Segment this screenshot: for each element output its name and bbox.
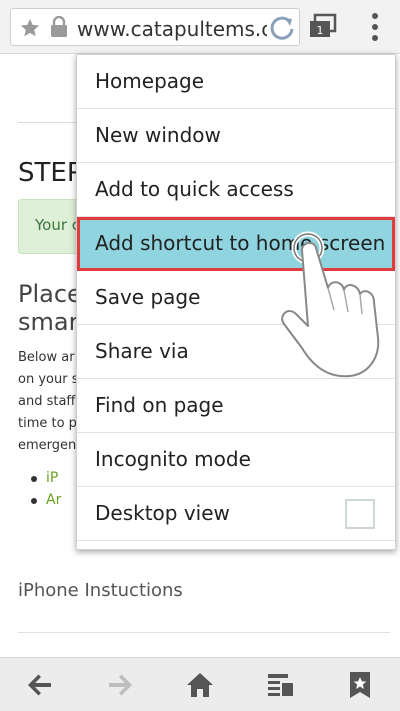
svg-text:1: 1 (317, 24, 324, 37)
menu-item-label: Add to quick access (95, 177, 294, 201)
menu-item-desktop-view[interactable]: Desktop view (77, 487, 395, 541)
iphone-instructions-heading: iPhone Instuctions (18, 580, 183, 601)
menu-item-label: New window (95, 123, 221, 147)
menu-item-incognito-mode[interactable]: Incognito mode (77, 433, 395, 487)
menu-item-add-to-quick-access[interactable]: Add to quick access (77, 163, 395, 217)
lock-icon (51, 16, 67, 37)
desktop-view-checkbox[interactable] (345, 499, 375, 529)
section-heading-line2: smar (18, 308, 79, 336)
paragraph-line: on your s (18, 372, 79, 387)
step-heading: STEP (18, 158, 83, 188)
browser-bottom-bar (0, 657, 400, 711)
menu-item-label: Find on page (95, 393, 224, 417)
menu-item-homepage[interactable]: Homepage (77, 55, 395, 109)
list-link[interactable]: Ar (30, 492, 61, 508)
bookmarks-icon[interactable] (345, 670, 375, 700)
back-arrow-icon[interactable] (25, 670, 55, 700)
menu-item-label: Save page (95, 285, 201, 309)
menu-item-label: Homepage (95, 69, 205, 93)
divider (18, 632, 390, 633)
paragraph-line: emergen (18, 438, 77, 453)
tabs-icon[interactable]: 1 (308, 12, 338, 40)
bookmark-star-icon[interactable] (19, 17, 41, 39)
alert-text: Your c (35, 216, 81, 234)
menu-item-label: Incognito mode (95, 447, 251, 471)
paragraph-line: and staff (18, 394, 76, 409)
browser-toolbar: www.catapultems.cc 1 (0, 0, 400, 54)
url-text[interactable]: www.catapultems.cc (77, 17, 283, 41)
list-link[interactable]: iP (30, 470, 58, 486)
paragraph-line: Below ar (18, 350, 75, 365)
reading-list-icon[interactable] (265, 670, 295, 700)
menu-item-label: Share via (95, 339, 189, 363)
forward-arrow-icon[interactable] (105, 670, 135, 700)
home-icon[interactable] (185, 670, 215, 700)
paragraph-line: time to p (18, 416, 77, 431)
section-heading-line1: Place (18, 280, 82, 308)
menu-item-label: Desktop view (95, 501, 230, 525)
more-options-icon[interactable] (360, 10, 390, 44)
menu-item-new-window[interactable]: New window (77, 109, 395, 163)
refresh-icon[interactable] (267, 15, 297, 41)
address-bar[interactable]: www.catapultems.cc (10, 8, 300, 46)
tap-hand-icon (281, 231, 380, 378)
